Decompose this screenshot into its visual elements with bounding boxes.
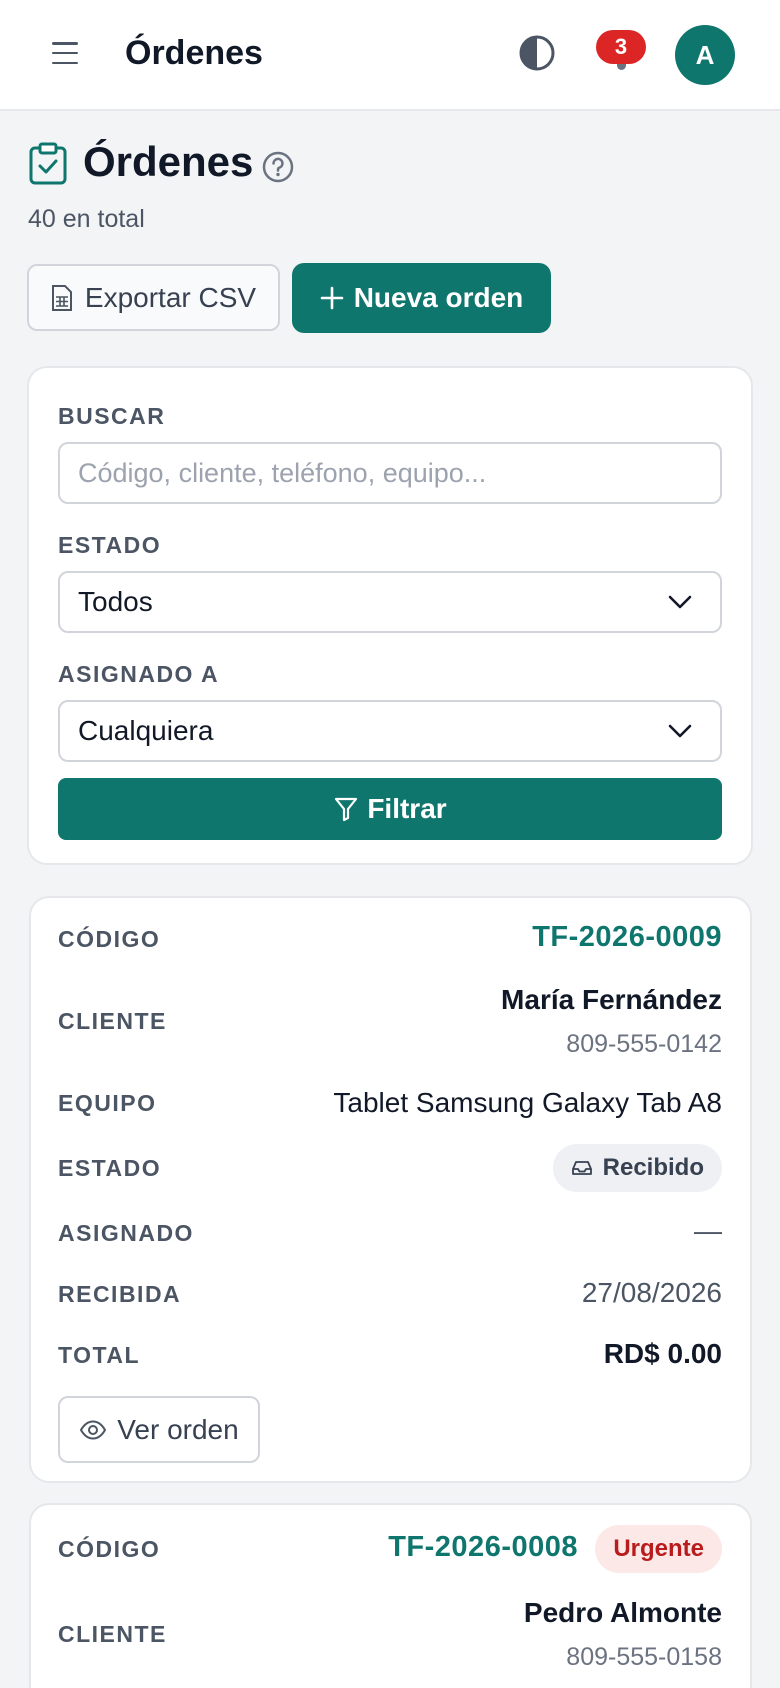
view-order-label: Ver orden (117, 1413, 239, 1445)
help-icon[interactable] (262, 151, 294, 183)
avatar[interactable]: A (675, 25, 735, 85)
orders-count: 40 en total (28, 205, 145, 233)
clipboard-check-icon (29, 142, 67, 185)
status-select-value: Todos (78, 586, 153, 617)
assigned-filter-label: ASIGNADO A (58, 661, 220, 687)
topbar-title: Órdenes (125, 34, 263, 72)
page-title: Órdenes (83, 138, 254, 185)
notifications-button[interactable]: 3 (596, 30, 648, 76)
theme-toggle-icon[interactable] (518, 34, 556, 72)
filter-button-label: Filtrar (367, 793, 447, 824)
status-select[interactable]: Todos (58, 571, 722, 633)
search-input[interactable] (58, 442, 722, 504)
order-code[interactable]: TF-2026-0009 (532, 921, 722, 954)
export-csv-label: Exportar CSV (84, 281, 257, 313)
client-phone: 809-555-0142 (566, 1030, 722, 1058)
device-label: EQUIPO (58, 1090, 157, 1116)
bell-icon (617, 64, 626, 70)
code-label: CÓDIGO (58, 1536, 161, 1562)
inbox-icon (571, 1161, 592, 1175)
filter-button[interactable]: Filtrar (58, 778, 722, 840)
assigned-select[interactable]: Cualquiera (58, 700, 722, 762)
code-label: CÓDIGO (58, 926, 161, 952)
eye-icon (80, 1419, 107, 1440)
priority-badge: Urgente (595, 1525, 722, 1573)
received-label: RECIBIDA (58, 1281, 182, 1307)
top-bar: Órdenes 3 A (0, 0, 780, 111)
view-order-button[interactable]: Ver orden (58, 1396, 260, 1463)
client-phone: 809-555-0158 (566, 1643, 722, 1671)
assigned-value: — (694, 1215, 722, 1246)
funnel-icon (335, 797, 358, 822)
export-csv-button[interactable]: Exportar CSV (27, 264, 280, 331)
client-label: CLIENTE (58, 1008, 167, 1034)
new-order-button[interactable]: Nueva orden (292, 263, 551, 333)
client-label: CLIENTE (58, 1621, 167, 1647)
menu-icon[interactable] (52, 42, 78, 64)
search-label: BUSCAR (58, 403, 166, 429)
client-name: María Fernández (501, 984, 722, 1015)
notification-badge: 3 (596, 30, 646, 64)
order-code[interactable]: TF-2026-0008 (388, 1531, 578, 1564)
order-total: RD$ 0.00 (603, 1338, 722, 1369)
plus-icon (320, 286, 343, 310)
total-label: TOTAL (58, 1342, 141, 1368)
assigned-label: ASIGNADO (58, 1220, 194, 1246)
status-filter-label: ESTADO (58, 532, 162, 558)
status-badge: Recibido (552, 1144, 722, 1192)
status-badge-label: Recibido (602, 1154, 704, 1181)
status-label: ESTADO (58, 1155, 162, 1181)
received-date: 27/08/2026 (581, 1277, 722, 1308)
chevron-down-icon (668, 595, 692, 609)
device-name: Tablet Samsung Galaxy Tab A8 (333, 1087, 722, 1118)
new-order-label: Nueva orden (353, 282, 524, 313)
spreadsheet-file-icon (51, 284, 72, 311)
chevron-down-icon (668, 724, 692, 738)
client-name: Pedro Almonte (523, 1597, 722, 1628)
assigned-select-value: Cualquiera (78, 715, 214, 746)
